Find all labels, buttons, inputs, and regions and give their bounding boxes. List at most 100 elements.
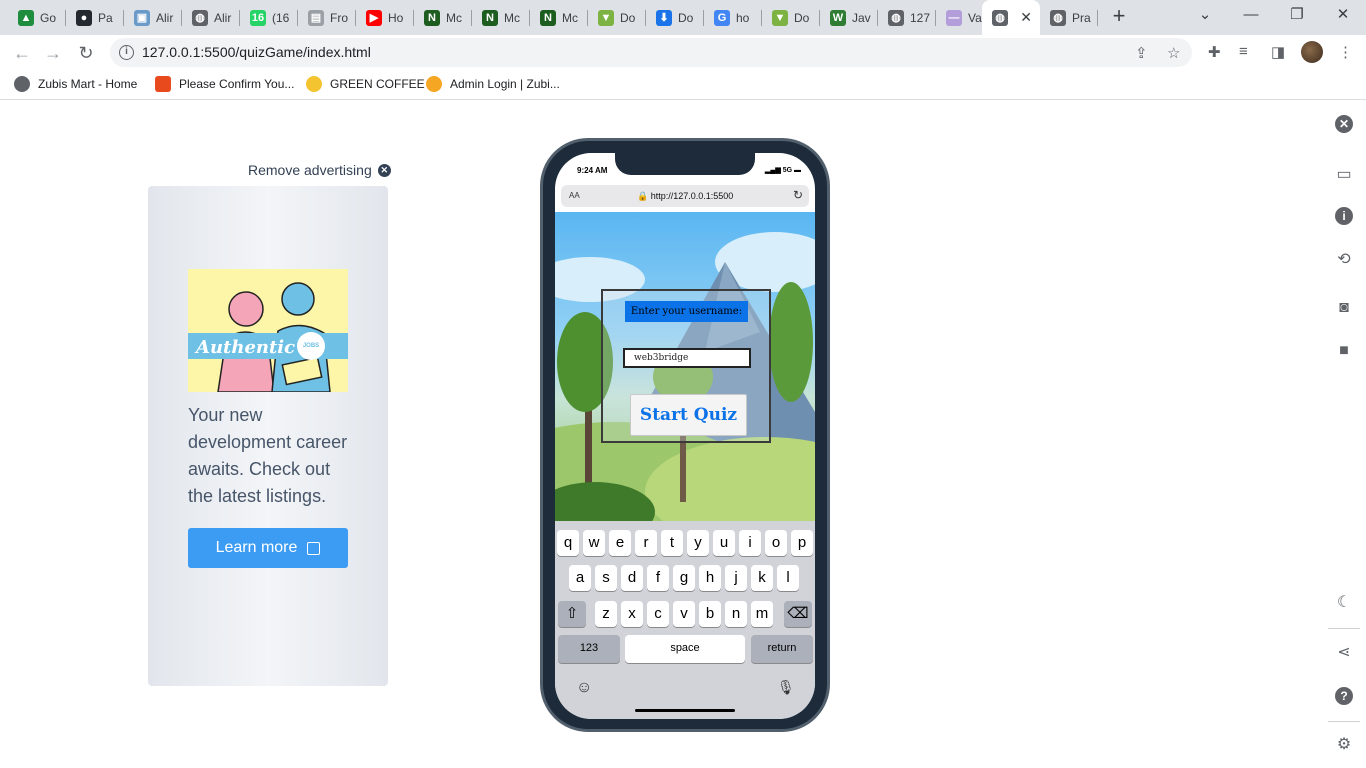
space-key[interactable]: space: [625, 635, 745, 663]
restore-button[interactable]: ❐: [1282, 4, 1312, 26]
bookmark-item[interactable]: GREEN COFFEE: [306, 76, 425, 92]
emoji-icon[interactable]: ☺: [576, 679, 592, 697]
backspace-key[interactable]: ⌫: [784, 601, 812, 627]
mobile-reload-icon[interactable]: ↻: [793, 188, 803, 202]
key-r[interactable]: r: [635, 530, 657, 556]
address-bar[interactable]: i 127.0.0.1:5500/quizGame/index.html ⇪ ☆: [110, 38, 1192, 67]
key-q[interactable]: q: [557, 530, 579, 556]
browser-tab[interactable]: ◍ 127: [878, 4, 936, 31]
reload-button[interactable]: ↻: [73, 40, 99, 66]
shift-key[interactable]: ⇧: [558, 601, 586, 627]
key-x[interactable]: x: [621, 601, 643, 627]
new-tab-button[interactable]: +: [1108, 5, 1130, 28]
bookmark-item[interactable]: Zubis Mart - Home: [14, 76, 137, 92]
key-y[interactable]: y: [687, 530, 709, 556]
camera-icon[interactable]: ◙: [1333, 297, 1355, 319]
video-icon[interactable]: ■: [1333, 340, 1355, 362]
forward-button[interactable]: →: [40, 40, 66, 66]
n-logo-icon: N: [424, 9, 440, 26]
key-g[interactable]: g: [673, 565, 695, 591]
browser-tab[interactable]: ● Pa: [66, 4, 124, 31]
window-close-button[interactable]: ✕: [1328, 4, 1358, 26]
key-k[interactable]: k: [751, 565, 773, 591]
key-t[interactable]: t: [661, 530, 683, 556]
browser-tab[interactable]: ▼ Do: [762, 4, 820, 31]
bookmark-item[interactable]: Please Confirm You...: [155, 76, 294, 92]
tab-search-icon[interactable]: ⌄: [1190, 4, 1220, 26]
key-p[interactable]: p: [791, 530, 813, 556]
image-icon: ▣: [134, 9, 150, 26]
browser-tab[interactable]: ▲ Go: [8, 4, 66, 31]
browser-tab[interactable]: ⬇ Do: [646, 4, 704, 31]
key-i[interactable]: i: [739, 530, 761, 556]
media-queue-icon[interactable]: ≡: [1239, 43, 1248, 60]
ad-image[interactable]: Authentic JOBS: [188, 269, 348, 392]
key-l[interactable]: l: [777, 565, 799, 591]
key-c[interactable]: c: [647, 601, 669, 627]
key-w[interactable]: w: [583, 530, 605, 556]
username-input[interactable]: web3bridge: [623, 348, 751, 368]
browser-tab[interactable]: N Mc: [530, 4, 588, 31]
rotate-icon[interactable]: ⟲: [1333, 248, 1355, 270]
key-o[interactable]: o: [765, 530, 787, 556]
key-v[interactable]: v: [673, 601, 695, 627]
dash-icon: —: [946, 9, 962, 26]
back-button[interactable]: ←: [9, 40, 35, 66]
site-info-icon[interactable]: i: [119, 45, 134, 60]
settings-icon[interactable]: ⚙: [1333, 733, 1355, 755]
numbers-key[interactable]: 123: [558, 635, 620, 663]
share-icon[interactable]: ⋖: [1333, 641, 1355, 663]
key-e[interactable]: e: [609, 530, 631, 556]
browser-tab[interactable]: ▼ Do: [588, 4, 646, 31]
bookmark-item[interactable]: Admin Login | Zubi...: [426, 76, 560, 92]
text-size-button[interactable]: AA: [569, 191, 580, 200]
extensions-icon[interactable]: ✚: [1208, 43, 1221, 61]
browser-tab[interactable]: ▣ Alir: [124, 4, 182, 31]
browser-tab[interactable]: ▶ Ho: [356, 4, 414, 31]
help-icon[interactable]: ?: [1333, 685, 1355, 707]
microphone-icon[interactable]: 🎙: [777, 679, 795, 696]
remove-advertising-link[interactable]: Remove advertising ✕: [248, 162, 391, 178]
minimize-button[interactable]: —: [1236, 4, 1266, 26]
tab-close-icon[interactable]: ✕: [1020, 9, 1032, 26]
browser-tab[interactable]: ▤ Fro: [298, 4, 356, 31]
key-h[interactable]: h: [699, 565, 721, 591]
share-page-icon[interactable]: ⇪: [1135, 44, 1148, 62]
key-m[interactable]: m: [751, 601, 773, 627]
key-u[interactable]: u: [713, 530, 735, 556]
key-d[interactable]: d: [621, 565, 643, 591]
side-panel-icon[interactable]: ◨: [1271, 43, 1285, 61]
smiley-icon: [306, 76, 322, 92]
key-n[interactable]: n: [725, 601, 747, 627]
key-f[interactable]: f: [647, 565, 669, 591]
browser-tab[interactable]: W Jav: [820, 4, 878, 31]
key-j[interactable]: j: [725, 565, 747, 591]
learn-more-button[interactable]: Learn more: [188, 528, 348, 568]
devices-icon[interactable]: ▭: [1333, 163, 1355, 185]
sidebar-divider: [1328, 721, 1360, 722]
profile-avatar[interactable]: [1301, 41, 1323, 63]
moon-icon[interactable]: ☾: [1333, 591, 1355, 613]
bookmark-star-icon[interactable]: ☆: [1167, 44, 1180, 62]
browser-tab[interactable]: 16 (16: [240, 4, 298, 31]
key-a[interactable]: a: [569, 565, 591, 591]
key-z[interactable]: z: [595, 601, 617, 627]
address-url[interactable]: 127.0.0.1:5500/quizGame/index.html: [142, 44, 371, 60]
info-icon[interactable]: i: [1333, 205, 1355, 227]
start-quiz-button[interactable]: Start Quiz: [630, 394, 747, 436]
browser-tab[interactable]: N Mc: [414, 4, 472, 31]
chrome-menu-icon[interactable]: ⋮: [1338, 43, 1353, 61]
advertisement-panel: Authentic JOBS Your new development care…: [148, 186, 388, 686]
key-b[interactable]: b: [699, 601, 721, 627]
browser-tab[interactable]: ◍ Pra: [1040, 4, 1098, 31]
browser-tab[interactable]: ◍ Alir: [182, 4, 240, 31]
mobile-address-bar[interactable]: AA 🔒 http://127.0.0.1:5500 ↻: [561, 185, 809, 207]
browser-tab[interactable]: N Mc: [472, 4, 530, 31]
globe-icon: ◍: [1050, 9, 1066, 26]
browser-tab[interactable]: ◍ ✕: [982, 0, 1040, 35]
bookmark-label: Please Confirm You...: [179, 77, 295, 91]
return-key[interactable]: return: [751, 635, 813, 663]
key-s[interactable]: s: [595, 565, 617, 591]
close-preview-icon[interactable]: ✕: [1333, 113, 1355, 135]
browser-tab[interactable]: Gho: [704, 4, 762, 31]
